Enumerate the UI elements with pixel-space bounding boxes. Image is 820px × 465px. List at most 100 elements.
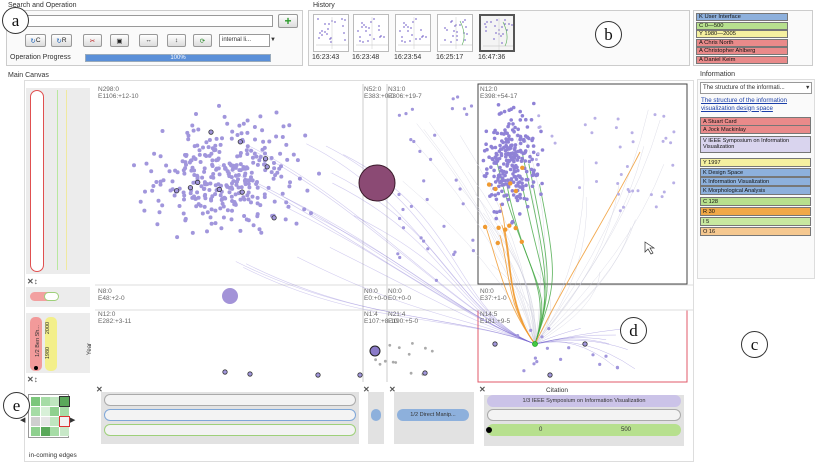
paper-node[interactable] bbox=[534, 158, 538, 161]
paper-node[interactable] bbox=[208, 129, 214, 135]
paper-node[interactable] bbox=[209, 198, 214, 203]
paper-node[interactable] bbox=[230, 129, 235, 134]
paper-node[interactable] bbox=[238, 151, 243, 155]
paper-node[interactable] bbox=[485, 167, 489, 171]
paper-node[interactable] bbox=[662, 190, 666, 194]
paper-node[interactable] bbox=[494, 216, 499, 221]
aggregate-node[interactable] bbox=[222, 288, 238, 304]
paper-node[interactable] bbox=[494, 156, 499, 161]
paper-node[interactable] bbox=[630, 131, 634, 135]
paper-node[interactable] bbox=[513, 174, 518, 179]
paper-node[interactable] bbox=[272, 199, 277, 204]
citation-series-bar[interactable]: 1/3 IEEE Symposium on Information Visual… bbox=[487, 395, 681, 407]
paper-node[interactable] bbox=[594, 161, 598, 165]
info-chip[interactable]: K Information Visualization bbox=[700, 177, 811, 186]
paper-node[interactable] bbox=[433, 133, 437, 137]
paper-node[interactable] bbox=[218, 193, 223, 198]
expand-horizontal-button[interactable]: ↔ bbox=[139, 34, 158, 47]
paper-node[interactable] bbox=[531, 136, 535, 141]
paper-node[interactable] bbox=[525, 135, 530, 139]
add-button[interactable]: + bbox=[278, 14, 298, 28]
paper-node[interactable] bbox=[653, 113, 657, 117]
paper-node[interactable] bbox=[158, 154, 163, 159]
citation-range-bar[interactable]: 0 500 bbox=[486, 424, 681, 436]
paper-node[interactable] bbox=[617, 192, 620, 196]
edge-matrix-cell[interactable] bbox=[40, 417, 50, 426]
paper-node[interactable] bbox=[512, 147, 517, 152]
paper-node[interactable] bbox=[502, 162, 506, 166]
paper-node[interactable] bbox=[524, 177, 529, 182]
paper-node[interactable] bbox=[530, 173, 535, 178]
paper-node[interactable] bbox=[287, 184, 292, 189]
paper-node[interactable] bbox=[191, 180, 196, 185]
info-chip[interactable]: K Morphological Analysis bbox=[700, 186, 811, 195]
paper-node[interactable] bbox=[230, 208, 234, 213]
paper-node[interactable] bbox=[604, 354, 608, 358]
paper-node[interactable] bbox=[357, 372, 363, 378]
paper-node[interactable] bbox=[149, 169, 154, 174]
year-range-slider[interactable] bbox=[30, 90, 44, 272]
paper-node[interactable] bbox=[484, 142, 488, 146]
paper-node[interactable] bbox=[303, 133, 308, 138]
paper-node[interactable] bbox=[519, 239, 524, 244]
paper-node[interactable] bbox=[225, 208, 230, 213]
paper-node[interactable] bbox=[503, 179, 507, 183]
paper-node[interactable] bbox=[255, 195, 260, 200]
paper-node[interactable] bbox=[138, 199, 143, 204]
reset-button[interactable]: ↻ R bbox=[51, 34, 72, 47]
paper-node[interactable] bbox=[317, 171, 321, 176]
paper-node[interactable] bbox=[424, 346, 427, 350]
paper-node[interactable] bbox=[252, 125, 257, 129]
paper-node[interactable] bbox=[660, 195, 664, 199]
paper-node[interactable] bbox=[504, 158, 509, 163]
paper-node[interactable] bbox=[512, 159, 516, 164]
edge-matrix-cell[interactable] bbox=[40, 427, 50, 436]
history-thumbnail[interactable] bbox=[353, 14, 389, 52]
paper-node[interactable] bbox=[374, 358, 377, 362]
paper-node[interactable] bbox=[500, 176, 505, 180]
paper-node[interactable] bbox=[294, 221, 299, 226]
info-chip[interactable]: O 16 bbox=[700, 227, 811, 236]
paper-node[interactable] bbox=[222, 114, 227, 119]
edge-matrix-cell[interactable] bbox=[50, 407, 59, 416]
paper-node[interactable] bbox=[173, 168, 178, 173]
paper-node[interactable] bbox=[410, 107, 414, 111]
paper-node[interactable] bbox=[501, 170, 506, 174]
paper-node[interactable] bbox=[583, 123, 587, 127]
paper-node[interactable] bbox=[522, 196, 526, 201]
paper-node[interactable] bbox=[286, 204, 291, 209]
paper-node[interactable] bbox=[216, 166, 221, 171]
paper-node[interactable] bbox=[492, 136, 497, 141]
paper-node[interactable] bbox=[245, 130, 250, 135]
paper-node[interactable] bbox=[398, 255, 402, 260]
paper-node[interactable] bbox=[200, 175, 205, 180]
paper-node[interactable] bbox=[174, 188, 180, 194]
paper-node[interactable] bbox=[531, 144, 536, 148]
paper-node[interactable] bbox=[249, 175, 253, 180]
paper-node[interactable] bbox=[523, 149, 528, 153]
paper-node[interactable] bbox=[172, 193, 177, 198]
paper-node[interactable] bbox=[142, 208, 147, 213]
paper-node[interactable] bbox=[396, 252, 400, 256]
paper-node[interactable] bbox=[207, 188, 212, 192]
paper-node[interactable] bbox=[662, 114, 666, 118]
paper-node[interactable] bbox=[502, 145, 506, 150]
paper-node[interactable] bbox=[532, 362, 536, 366]
paper-node[interactable] bbox=[499, 147, 503, 151]
paper-node[interactable] bbox=[251, 160, 256, 165]
paper-node[interactable] bbox=[216, 156, 221, 161]
paper-node[interactable] bbox=[243, 180, 248, 185]
paper-node[interactable] bbox=[461, 202, 465, 206]
paper-node[interactable] bbox=[249, 200, 253, 205]
paper-node[interactable] bbox=[244, 217, 249, 222]
paper-node[interactable] bbox=[505, 131, 510, 136]
edge-matrix-cell[interactable] bbox=[59, 407, 69, 416]
close-icon[interactable]: ✕↕ bbox=[27, 278, 38, 286]
paper-node[interactable] bbox=[249, 170, 254, 175]
paper-node[interactable] bbox=[536, 162, 540, 167]
close-icon[interactable]: ✕ bbox=[479, 386, 486, 394]
paper-node[interactable] bbox=[401, 207, 405, 212]
paper-node[interactable] bbox=[511, 105, 516, 110]
paper-node[interactable] bbox=[269, 170, 274, 175]
paper-node[interactable] bbox=[205, 210, 210, 215]
